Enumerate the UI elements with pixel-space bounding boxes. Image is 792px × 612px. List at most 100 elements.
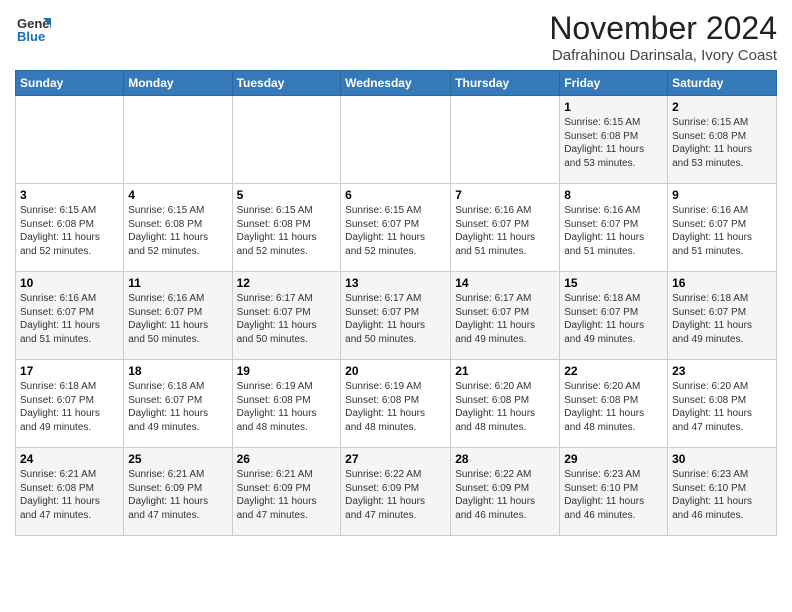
calendar-cell bbox=[124, 96, 232, 184]
day-info: Sunrise: 6:16 AM Sunset: 6:07 PM Dayligh… bbox=[672, 204, 772, 258]
weekday-header-friday: Friday bbox=[560, 71, 668, 96]
calendar-cell bbox=[451, 96, 560, 184]
calendar-cell: 26 Sunrise: 6:21 AM Sunset: 6:09 PM Dayli… bbox=[232, 448, 341, 536]
day-info: Sunrise: 6:17 AM Sunset: 6:07 PM Dayligh… bbox=[455, 292, 555, 346]
day-number: 19 bbox=[237, 364, 337, 378]
calendar-week-row: 10 Sunrise: 6:16 AM Sunset: 6:07 PM Dayli… bbox=[16, 272, 777, 360]
day-number: 20 bbox=[345, 364, 446, 378]
calendar-cell: 30Sunrise: 6:23 AM Sunset: 6:10 PM Dayli… bbox=[668, 448, 777, 536]
day-info: Sunrise: 6:15 AM Sunset: 6:08 PM Dayligh… bbox=[237, 204, 337, 258]
weekday-header-row: SundayMondayTuesdayWednesdayThursdayFrid… bbox=[16, 71, 777, 96]
day-number: 9 bbox=[672, 188, 772, 202]
day-number: 23 bbox=[672, 364, 772, 378]
day-info: Sunrise: 6:16 AM Sunset: 6:07 PM Dayligh… bbox=[564, 204, 663, 258]
day-number: 21 bbox=[455, 364, 555, 378]
day-info: Sunrise: 6:19 AM Sunset: 6:08 PM Dayligh… bbox=[237, 380, 337, 434]
day-info: Sunrise: 6:16 AM Sunset: 6:07 PM Dayligh… bbox=[128, 292, 227, 346]
calendar-cell: 13 Sunrise: 6:17 AM Sunset: 6:07 PM Dayli… bbox=[341, 272, 451, 360]
day-number: 26 bbox=[237, 452, 337, 466]
day-number: 4 bbox=[128, 188, 227, 202]
calendar-cell: 12 Sunrise: 6:17 AM Sunset: 6:07 PM Dayli… bbox=[232, 272, 341, 360]
day-number: 18 bbox=[128, 364, 227, 378]
calendar-cell: 22Sunrise: 6:20 AM Sunset: 6:08 PM Dayli… bbox=[560, 360, 668, 448]
calendar-week-row: 24 Sunrise: 6:21 AM Sunset: 6:08 PM Dayli… bbox=[16, 448, 777, 536]
day-info: Sunrise: 6:18 AM Sunset: 6:07 PM Dayligh… bbox=[564, 292, 663, 346]
calendar-cell: 27Sunrise: 6:22 AM Sunset: 6:09 PM Dayli… bbox=[341, 448, 451, 536]
calendar-cell: 16 Sunrise: 6:18 AM Sunset: 6:07 PM Dayli… bbox=[668, 272, 777, 360]
day-number: 24 bbox=[20, 452, 119, 466]
day-info: Sunrise: 6:15 AM Sunset: 6:07 PM Dayligh… bbox=[345, 204, 446, 258]
month-year-title: November 2024 bbox=[549, 10, 777, 47]
calendar-cell: 11 Sunrise: 6:16 AM Sunset: 6:07 PM Dayli… bbox=[124, 272, 232, 360]
weekday-header-saturday: Saturday bbox=[668, 71, 777, 96]
calendar-cell: 7Sunrise: 6:16 AM Sunset: 6:07 PM Daylig… bbox=[451, 184, 560, 272]
day-number: 5 bbox=[237, 188, 337, 202]
logo: General Blue bbox=[15, 10, 51, 46]
calendar-cell: 9 Sunrise: 6:16 AM Sunset: 6:07 PM Daylig… bbox=[668, 184, 777, 272]
calendar-cell: 23Sunrise: 6:20 AM Sunset: 6:08 PM Dayli… bbox=[668, 360, 777, 448]
svg-text:Blue: Blue bbox=[17, 29, 45, 44]
calendar-cell: 1Sunrise: 6:15 AM Sunset: 6:08 PM Daylig… bbox=[560, 96, 668, 184]
day-info: Sunrise: 6:18 AM Sunset: 6:07 PM Dayligh… bbox=[672, 292, 772, 346]
calendar-cell bbox=[232, 96, 341, 184]
calendar-cell: 8 Sunrise: 6:16 AM Sunset: 6:07 PM Daylig… bbox=[560, 184, 668, 272]
day-number: 16 bbox=[672, 276, 772, 290]
calendar-cell bbox=[341, 96, 451, 184]
weekday-header-monday: Monday bbox=[124, 71, 232, 96]
title-block: November 2024 Dafrahinou Darinsala, Ivor… bbox=[549, 10, 777, 64]
calendar-cell: 2Sunrise: 6:15 AM Sunset: 6:08 PM Daylig… bbox=[668, 96, 777, 184]
day-info: Sunrise: 6:21 AM Sunset: 6:08 PM Dayligh… bbox=[20, 468, 119, 522]
day-number: 10 bbox=[20, 276, 119, 290]
day-number: 25 bbox=[128, 452, 227, 466]
day-number: 12 bbox=[237, 276, 337, 290]
calendar-week-row: 3Sunrise: 6:15 AM Sunset: 6:08 PM Daylig… bbox=[16, 184, 777, 272]
day-info: Sunrise: 6:23 AM Sunset: 6:10 PM Dayligh… bbox=[672, 468, 772, 522]
day-number: 1 bbox=[564, 100, 663, 114]
calendar-cell: 3Sunrise: 6:15 AM Sunset: 6:08 PM Daylig… bbox=[16, 184, 124, 272]
calendar-cell: 5 Sunrise: 6:15 AM Sunset: 6:08 PM Daylig… bbox=[232, 184, 341, 272]
calendar-week-row: 1Sunrise: 6:15 AM Sunset: 6:08 PM Daylig… bbox=[16, 96, 777, 184]
day-info: Sunrise: 6:17 AM Sunset: 6:07 PM Dayligh… bbox=[237, 292, 337, 346]
day-info: Sunrise: 6:15 AM Sunset: 6:08 PM Dayligh… bbox=[128, 204, 227, 258]
calendar-cell: 18 Sunrise: 6:18 AM Sunset: 6:07 PM Dayli… bbox=[124, 360, 232, 448]
calendar-cell: 6 Sunrise: 6:15 AM Sunset: 6:07 PM Daylig… bbox=[341, 184, 451, 272]
calendar-cell: 25 Sunrise: 6:21 AM Sunset: 6:09 PM Dayli… bbox=[124, 448, 232, 536]
day-info: Sunrise: 6:21 AM Sunset: 6:09 PM Dayligh… bbox=[237, 468, 337, 522]
day-info: Sunrise: 6:20 AM Sunset: 6:08 PM Dayligh… bbox=[564, 380, 663, 434]
day-number: 8 bbox=[564, 188, 663, 202]
weekday-header-wednesday: Wednesday bbox=[341, 71, 451, 96]
calendar-cell: 21 Sunrise: 6:20 AM Sunset: 6:08 PM Dayli… bbox=[451, 360, 560, 448]
day-number: 14 bbox=[455, 276, 555, 290]
day-info: Sunrise: 6:21 AM Sunset: 6:09 PM Dayligh… bbox=[128, 468, 227, 522]
calendar-cell: 15 Sunrise: 6:18 AM Sunset: 6:07 PM Dayli… bbox=[560, 272, 668, 360]
day-info: Sunrise: 6:18 AM Sunset: 6:07 PM Dayligh… bbox=[20, 380, 119, 434]
weekday-header-tuesday: Tuesday bbox=[232, 71, 341, 96]
day-number: 28 bbox=[455, 452, 555, 466]
calendar-cell: 20 Sunrise: 6:19 AM Sunset: 6:08 PM Dayli… bbox=[341, 360, 451, 448]
day-number: 13 bbox=[345, 276, 446, 290]
day-info: Sunrise: 6:23 AM Sunset: 6:10 PM Dayligh… bbox=[564, 468, 663, 522]
day-info: Sunrise: 6:18 AM Sunset: 6:07 PM Dayligh… bbox=[128, 380, 227, 434]
day-info: Sunrise: 6:15 AM Sunset: 6:08 PM Dayligh… bbox=[20, 204, 119, 258]
calendar-cell: 29Sunrise: 6:23 AM Sunset: 6:10 PM Dayli… bbox=[560, 448, 668, 536]
day-number: 6 bbox=[345, 188, 446, 202]
day-info: Sunrise: 6:22 AM Sunset: 6:09 PM Dayligh… bbox=[345, 468, 446, 522]
calendar-cell: 17 Sunrise: 6:18 AM Sunset: 6:07 PM Dayli… bbox=[16, 360, 124, 448]
location-subtitle: Dafrahinou Darinsala, Ivory Coast bbox=[549, 47, 777, 64]
day-info: Sunrise: 6:19 AM Sunset: 6:08 PM Dayligh… bbox=[345, 380, 446, 434]
calendar-cell: 24 Sunrise: 6:21 AM Sunset: 6:08 PM Dayli… bbox=[16, 448, 124, 536]
day-number: 17 bbox=[20, 364, 119, 378]
day-number: 11 bbox=[128, 276, 227, 290]
day-info: Sunrise: 6:17 AM Sunset: 6:07 PM Dayligh… bbox=[345, 292, 446, 346]
calendar-cell: 14 Sunrise: 6:17 AM Sunset: 6:07 PM Dayli… bbox=[451, 272, 560, 360]
calendar-cell: 4 Sunrise: 6:15 AM Sunset: 6:08 PM Daylig… bbox=[124, 184, 232, 272]
day-info: Sunrise: 6:16 AM Sunset: 6:07 PM Dayligh… bbox=[20, 292, 119, 346]
weekday-header-thursday: Thursday bbox=[451, 71, 560, 96]
logo-icon: General Blue bbox=[15, 10, 51, 46]
day-number: 15 bbox=[564, 276, 663, 290]
page-header: General Blue November 2024 Dafrahinou Da… bbox=[15, 10, 777, 64]
day-number: 2 bbox=[672, 100, 772, 114]
day-info: Sunrise: 6:22 AM Sunset: 6:09 PM Dayligh… bbox=[455, 468, 555, 522]
calendar-cell: 19 Sunrise: 6:19 AM Sunset: 6:08 PM Dayli… bbox=[232, 360, 341, 448]
day-info: Sunrise: 6:20 AM Sunset: 6:08 PM Dayligh… bbox=[455, 380, 555, 434]
